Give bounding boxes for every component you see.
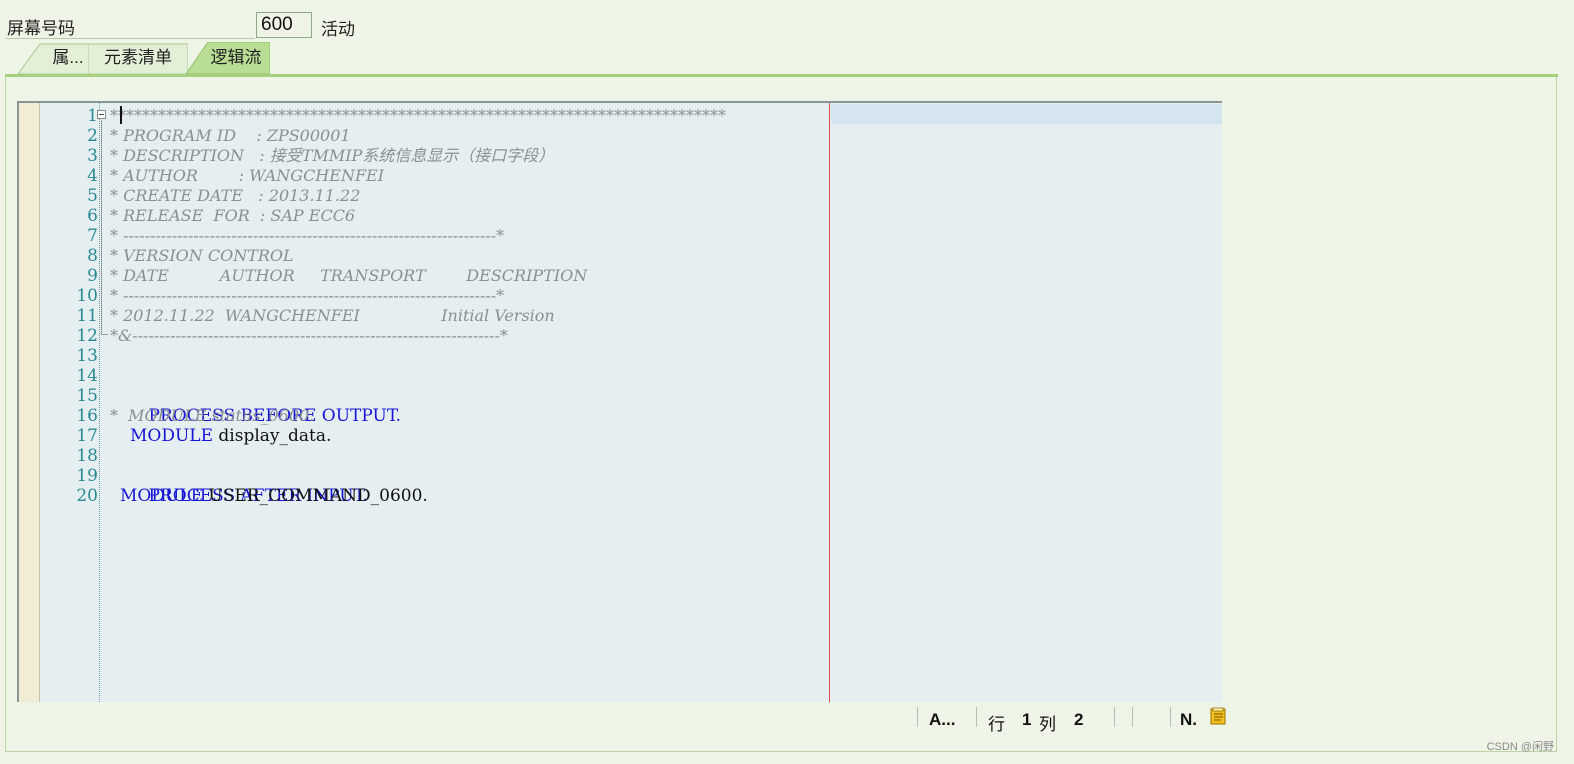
row-label: 行 xyxy=(988,715,1005,734)
row-value: 1 xyxy=(1022,710,1032,729)
code-line: * --------------------------------------… xyxy=(110,226,505,245)
code-line: * VERSION CONTROL xyxy=(110,246,294,265)
line-number: 7 xyxy=(87,226,98,246)
n-indicator[interactable]: N. xyxy=(1180,710,1197,730)
line-number: 11 xyxy=(76,306,98,326)
tab-label: 属... xyxy=(52,48,84,67)
keyword: MODULE xyxy=(130,426,213,446)
line-number: 12 xyxy=(76,326,98,346)
tab-label: 元素清单 xyxy=(104,48,172,67)
status-text: 活动 xyxy=(321,20,355,39)
line-number: 3 xyxy=(87,146,98,166)
tab-element-list[interactable]: 元素清单 xyxy=(88,42,188,74)
note-icon[interactable] xyxy=(1209,707,1227,725)
code-line: * AUTHOR : WANGCHENFEI xyxy=(110,166,385,185)
line-number: 20 xyxy=(76,486,98,506)
screen-number-label: 屏幕号码 xyxy=(7,19,75,38)
screen-number-field[interactable]: 600 xyxy=(256,12,312,38)
identifier: display_data. xyxy=(213,426,332,446)
collapse-toggle-icon[interactable] xyxy=(97,110,106,119)
status-separator xyxy=(1170,707,1171,727)
code-line: ****************************************… xyxy=(110,106,726,125)
column-label: 列 xyxy=(1039,715,1056,734)
status-separator xyxy=(1132,707,1133,727)
code-line: * DESCRIPTION : 接受TMMIP系统信息显示（接口字段） xyxy=(110,146,555,165)
line-number: 2 xyxy=(87,126,98,146)
status-separator xyxy=(917,707,918,727)
fold-guide xyxy=(101,120,102,335)
code-line: * 2012.11.22 WANGCHENFEI Initial Version xyxy=(110,306,555,325)
line-number: 13 xyxy=(76,346,98,366)
label-underline xyxy=(5,38,255,39)
line-number: 17 xyxy=(76,426,98,446)
editor-status-bar: A... 行 1 列 2 N. xyxy=(17,704,1226,734)
editor-gutter xyxy=(19,103,40,702)
line-number: 14 xyxy=(76,366,98,386)
code-line: * PROGRAM ID : ZPS00001 xyxy=(110,126,351,145)
line-number-column: 1 2 3 4 5 6 7 8 9 10 11 12 13 14 15 16 1… xyxy=(39,103,100,702)
line-number: 16 xyxy=(76,406,98,426)
code-line: * MODULE status_0600. xyxy=(110,406,315,425)
fold-guide-end xyxy=(101,334,108,335)
line-number: 18 xyxy=(76,446,98,466)
line-number: 6 xyxy=(87,206,98,226)
code-line: * RELEASE FOR : SAP ECC6 xyxy=(110,206,356,225)
line-number: 10 xyxy=(76,286,98,306)
code-line: * DATE AUTHOR TRANSPORT DESCRIPTION xyxy=(110,266,588,285)
line-number: 8 xyxy=(87,246,98,266)
text-cursor xyxy=(120,106,122,124)
code-line: * CREATE DATE : 2013.11.22 xyxy=(110,186,361,205)
watermark: CSDN @闲野 xyxy=(1486,741,1554,753)
status-separator xyxy=(1114,707,1115,727)
tab-flow-logic[interactable]: 逻辑流 xyxy=(186,42,270,74)
tab-attributes[interactable]: 属... xyxy=(18,42,90,74)
code-line: *&--------------------------------------… xyxy=(110,326,508,345)
column-value: 2 xyxy=(1074,710,1084,729)
code-line: MODULE display_data. xyxy=(130,426,331,446)
line-number: 9 xyxy=(87,266,98,286)
line-number: 5 xyxy=(87,186,98,206)
line-number: 15 xyxy=(76,386,98,406)
line-number: 19 xyxy=(76,466,98,486)
code-line: * --------------------------------------… xyxy=(110,286,505,305)
line-number: 4 xyxy=(87,166,98,186)
tab-label: 逻辑流 xyxy=(210,48,262,67)
mode-indicator[interactable]: A... xyxy=(929,710,955,730)
code-editor[interactable]: 1 2 3 4 5 6 7 8 9 10 11 12 13 14 15 16 1… xyxy=(17,101,1222,702)
current-line-highlight xyxy=(831,104,1222,124)
right-margin-line xyxy=(829,103,830,702)
status-separator xyxy=(976,707,977,727)
keyword: MODULE xyxy=(120,486,203,506)
identifier: USER_COMMAND_0600. xyxy=(203,486,428,506)
code-line: MODULE USER_COMMAND_0600. xyxy=(120,486,428,506)
